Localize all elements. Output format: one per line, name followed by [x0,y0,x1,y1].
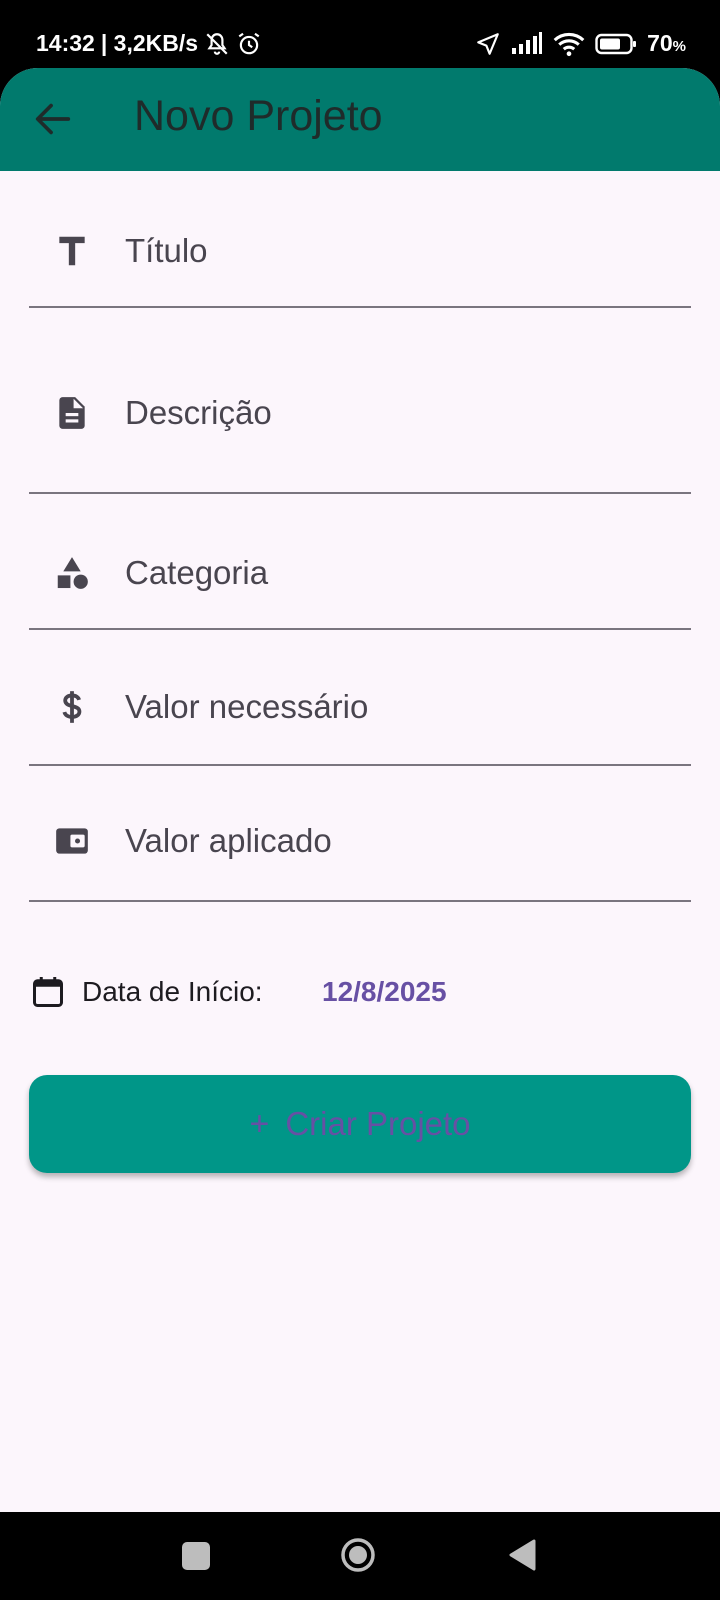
description-icon [59,397,85,429]
required-amount-field-label: Valor necessário [125,688,369,725]
required-amount-field[interactable]: Valor necessário [29,630,691,766]
battery-unit: % [672,38,686,55]
calendar-icon [33,977,63,1007]
app-screen: Novo Projeto Título Descrição Categoria [0,68,720,1512]
wallet-icon [56,828,88,854]
plus-icon: + [249,1104,270,1143]
start-date-label: Data de Início: [82,976,263,1007]
status-left: 14:32 | 3,2KB/s [36,30,262,57]
wifi-icon [553,32,585,56]
back-button[interactable] [507,1538,537,1572]
battery-value: 70 [647,30,673,56]
signal-icon [512,31,543,54]
status-net-speed: | 3,2KB/s [100,30,199,56]
status-right: 70% [475,30,686,57]
category-icon [57,557,88,589]
page-title: Novo Projeto [134,92,383,140]
battery-percent: 70% [647,30,686,57]
system-nav-bar [0,1512,720,1600]
title-field-label: Título [125,232,208,269]
location-arrow-icon [477,32,499,55]
start-date-row[interactable]: Data de Início: 12/8/2025 [30,966,670,1016]
description-field[interactable]: Descrição [29,308,691,494]
description-field-label: Descrição [125,394,272,431]
start-date-value[interactable]: 12/8/2025 [322,976,447,1008]
back-arrow-icon[interactable] [30,96,76,142]
create-project-label: Criar Projeto [285,1105,471,1142]
category-field-label: Categoria [125,554,269,591]
applied-amount-field[interactable]: Valor aplicado [29,766,691,902]
title-field[interactable]: Título [29,198,691,308]
applied-amount-field-label: Valor aplicado [125,822,332,859]
category-field[interactable]: Categoria [29,494,691,630]
status-time: 14:32 [36,30,95,56]
app-bar: Novo Projeto [0,68,720,171]
create-project-button[interactable]: + Criar Projeto [29,1075,691,1173]
alarm-icon [238,32,260,54]
recents-button[interactable] [182,1542,210,1570]
dollar-icon [62,691,82,723]
home-button[interactable] [340,1537,376,1573]
notifications-off-icon [206,32,228,55]
battery-icon [595,33,637,54]
title-icon [59,236,85,266]
